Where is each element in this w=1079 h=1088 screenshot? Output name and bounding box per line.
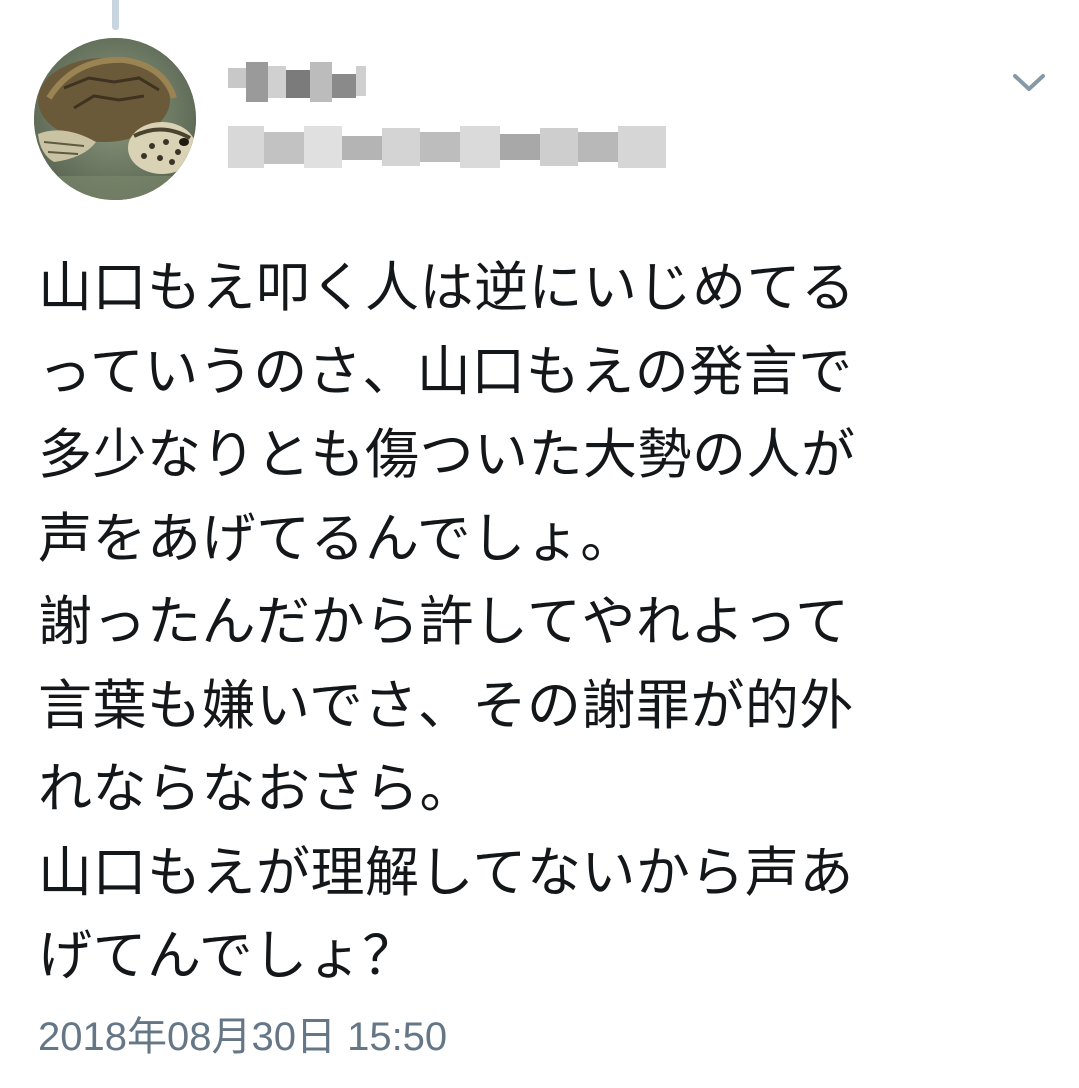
chevron-down-icon-glyph: [1013, 74, 1045, 91]
tweet-text-line: 謝ったんだから許してやれよって: [38, 590, 850, 653]
tweet-text-line: げてんでしょ？: [38, 924, 417, 987]
tweet-text-line: 山口もえ叩く人は逆にいじめてる: [38, 256, 856, 319]
tweet-text-line: 山口もえが理解してないから声あ: [38, 840, 854, 904]
tweet-timestamp[interactable]: 2018年08月30日 15:50: [38, 1012, 447, 1062]
chevron-down-icon[interactable]: [1008, 62, 1050, 104]
tweet-text-line: っていうのさ、山口もえの発言で: [38, 339, 853, 403]
tweet-text-line: 言葉も嫌いでさ、その謝罪が的外: [38, 673, 854, 737]
sea-turtle-avatar-icon: [34, 38, 196, 200]
tweet-text-line: れならなおさら。: [38, 757, 474, 820]
display-name-redacted[interactable]: [228, 52, 368, 124]
tweet-text-line: 多少なりとも傷ついた大勢の人が: [38, 423, 856, 486]
tweet-text-line: 声をあげてるんでしょ。: [38, 506, 635, 570]
thread-connector-line: [112, 0, 119, 30]
avatar[interactable]: [34, 38, 196, 200]
tweet-card: 山口もえ叩く人は逆にいじめてる っていうのさ、山口もえの発言で 多少なりとも傷ついた…: [0, 0, 1079, 1088]
tweet-text: 山口もえ叩く人は逆にいじめてる っていうのさ、山口もえの発言で 多少なりとも傷ついた…: [38, 246, 1058, 998]
user-handle-redacted[interactable]: [228, 118, 668, 176]
